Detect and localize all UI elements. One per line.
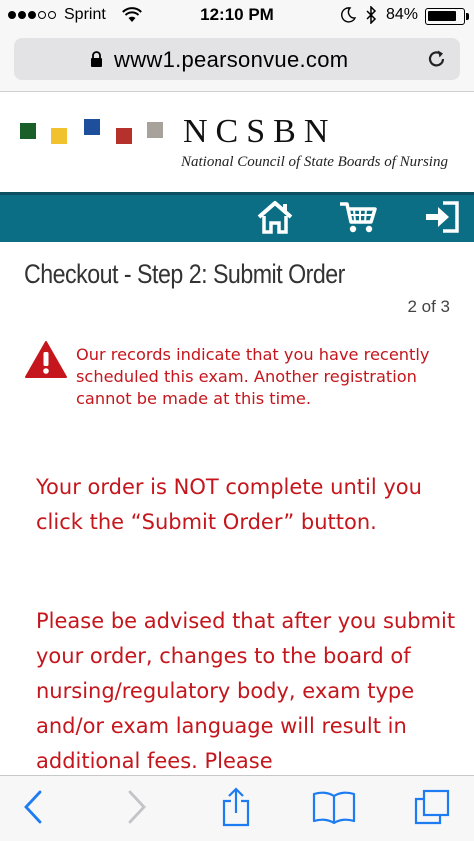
logo-square-gray (147, 122, 163, 138)
step-indicator: 2 of 3 (407, 297, 450, 316)
bookmarks-button[interactable] (312, 789, 356, 829)
sign-out-button[interactable] (420, 199, 464, 239)
brand-tagline: National Council of State Boards of Nurs… (181, 154, 448, 170)
sign-out-icon (423, 200, 461, 239)
lock-icon (90, 51, 103, 73)
status-bar: Sprint 12:10 PM 84% (0, 0, 474, 32)
share-button[interactable] (214, 786, 258, 832)
logo-square-red (116, 128, 132, 144)
bluetooth-icon (365, 5, 377, 29)
warning-icon (24, 340, 68, 385)
checkout-content: Checkout - Step 2: Submit Order 2 of 3 O… (0, 242, 474, 775)
address-bar[interactable]: www1.pearsonvue.com (14, 38, 460, 80)
chevron-right-icon (127, 790, 147, 829)
logo-square-yellow (51, 128, 67, 144)
forward-button[interactable] (115, 789, 159, 829)
home-button[interactable] (253, 199, 297, 239)
order-incomplete-notice: Your order is NOT complete until you cli… (36, 475, 422, 534)
logo-square-blue (84, 119, 100, 135)
url-text: www1.pearsonvue.com (114, 47, 349, 72)
brand-name: NCSBN (183, 113, 337, 150)
home-icon (256, 200, 294, 239)
page-title: Checkout - Step 2: Submit Order (24, 259, 345, 289)
back-button[interactable] (11, 789, 55, 829)
share-icon (221, 786, 251, 832)
battery-percentage: 84% (386, 6, 419, 23)
nav-bar (0, 192, 474, 242)
shopping-cart-icon (338, 200, 378, 239)
additional-fees-notice: Please be advised that after you submit … (36, 609, 456, 773)
moon-icon (340, 7, 357, 28)
browser-toolbar (0, 775, 474, 841)
tabs-button[interactable] (410, 789, 454, 829)
cart-button[interactable] (336, 199, 380, 239)
site-header: NCSBN National Council of State Boards o… (0, 93, 474, 192)
chevron-left-icon (23, 790, 43, 829)
logo-square-green (20, 123, 36, 139)
book-icon (312, 790, 356, 829)
battery-icon (425, 8, 469, 25)
browser-address-area: www1.pearsonvue.com (0, 32, 474, 92)
tabs-icon (413, 789, 451, 830)
reload-icon[interactable] (426, 48, 448, 75)
alert-message: Our records indicate that you have recen… (76, 345, 430, 408)
